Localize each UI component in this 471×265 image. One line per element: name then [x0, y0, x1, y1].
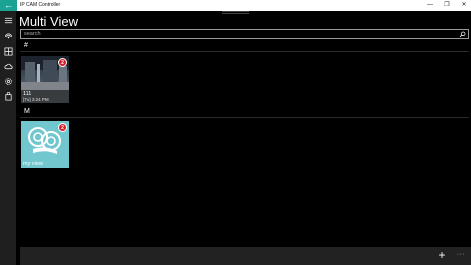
search-box[interactable] — [20, 29, 469, 39]
nav-item-multi-view[interactable] — [0, 44, 16, 58]
camera-tile[interactable]: 2 111 [Tu] 3:24 PM — [21, 56, 69, 103]
notification-badge: 2 — [58, 58, 67, 67]
back-button[interactable]: ← — [0, 0, 17, 11]
app-title: IP CAM Controller — [20, 2, 61, 8]
group-header-m[interactable]: M — [24, 107, 30, 116]
group-divider — [20, 51, 469, 52]
tile-name: my view — [23, 161, 43, 167]
add-button[interactable]: + — [435, 247, 449, 265]
group-divider — [20, 117, 469, 118]
wireless-camera-icon — [4, 33, 12, 38]
tile-caption: my view — [21, 160, 69, 168]
view-tile[interactable]: 2 my view — [21, 121, 69, 168]
settings-gear-icon — [4, 77, 12, 85]
drag-grip-handle[interactable] — [222, 11, 249, 14]
minimize-button[interactable]: — — [423, 0, 437, 11]
search-icon[interactable] — [459, 31, 466, 38]
notification-badge: 2 — [58, 123, 67, 132]
tile-timestamp: [Tu] 3:24 PM — [23, 97, 49, 102]
search-input[interactable] — [24, 30, 454, 38]
cloud-icon — [4, 63, 12, 69]
grid-view-icon — [4, 47, 12, 55]
tile-caption: 111 [Tu] 3:24 PM — [21, 90, 69, 103]
more-options-button[interactable]: ··· — [454, 247, 468, 265]
page-title: Multi View — [19, 14, 79, 29]
close-button[interactable]: ✕ — [457, 0, 471, 11]
store-bag-icon — [4, 91, 12, 100]
maximize-button[interactable]: ❐ — [440, 0, 454, 11]
bottom-command-bar: + ··· — [20, 247, 471, 265]
group-header-hash[interactable]: # — [24, 41, 28, 50]
nav-item-cameras[interactable] — [0, 29, 16, 43]
nav-pane — [0, 11, 16, 265]
nav-item-settings[interactable] — [0, 74, 16, 88]
hamburger-menu-icon[interactable] — [0, 13, 16, 27]
nav-item-store[interactable] — [0, 89, 16, 103]
nav-item-cloud[interactable] — [0, 59, 16, 73]
title-bar: ← IP CAM Controller — ❐ ✕ — [0, 0, 471, 11]
